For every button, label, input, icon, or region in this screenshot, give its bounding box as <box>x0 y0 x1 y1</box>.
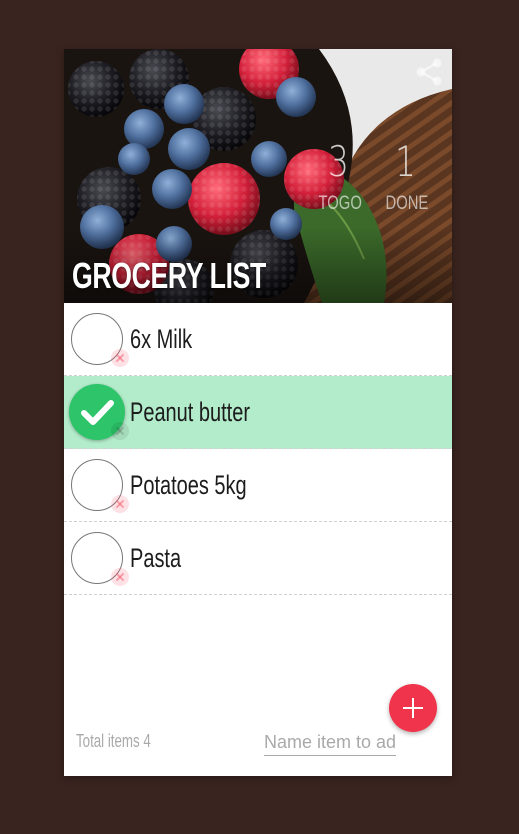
togo-counter: 3 TOGO <box>318 137 362 215</box>
list-item[interactable]: Peanut butter <box>64 376 452 449</box>
header-banner: 3 TOGO 1 DONE GROCERY LIST <box>64 49 452 303</box>
list-item[interactable]: Potatoes 5kg <box>64 449 452 522</box>
item-label: 6x Milk <box>130 324 193 354</box>
close-icon[interactable] <box>111 495 129 513</box>
item-label: Potatoes 5kg <box>130 470 247 500</box>
page-title: GROCERY LIST <box>72 255 266 296</box>
done-counter: 1 DONE <box>385 137 429 215</box>
close-icon[interactable] <box>111 422 129 440</box>
add-item-input[interactable] <box>264 729 396 756</box>
list-item[interactable]: Pasta <box>64 522 452 595</box>
grocery-list: 6x Milk Peanut butter Potatoes 5kg Pasta <box>64 303 452 595</box>
close-icon[interactable] <box>111 349 129 367</box>
togo-count: 3 <box>327 137 349 186</box>
item-label: Peanut butter <box>130 397 250 427</box>
list-item[interactable]: 6x Milk <box>64 303 452 376</box>
item-label: Pasta <box>130 543 182 573</box>
grocery-app: 3 TOGO 1 DONE GROCERY LIST 6x Milk Peanu… <box>64 49 452 776</box>
done-count: 1 <box>394 137 416 186</box>
togo-label: TOGO <box>318 193 362 214</box>
done-label: DONE <box>385 193 429 214</box>
total-items: Total items 4 <box>76 731 151 751</box>
add-item-button[interactable] <box>389 684 437 732</box>
close-icon[interactable] <box>111 568 129 586</box>
share-icon[interactable] <box>412 55 446 89</box>
